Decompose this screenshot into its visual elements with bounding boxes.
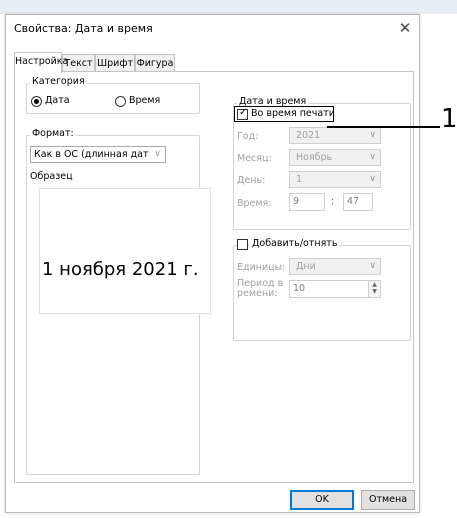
year-value: 2021	[296, 130, 321, 141]
time-label: Время:	[237, 198, 272, 209]
chevron-down-icon: ∨	[154, 149, 161, 159]
units-value: Дни	[296, 261, 316, 272]
sample-preview: 1 ноября 2021 г.	[39, 188, 211, 314]
year-label: Год:	[237, 131, 259, 142]
time-radio-label: Время	[129, 95, 161, 106]
callout-number: 1	[441, 104, 457, 134]
chevron-down-icon: ∨	[369, 152, 376, 162]
month-select[interactable]: Ноябрь ∨	[289, 149, 381, 166]
category-legend: Категория	[30, 76, 87, 87]
date-radio[interactable]	[31, 96, 42, 107]
format-select[interactable]: Как в ОС (длинная дат ∨	[30, 146, 166, 163]
format-select-value: Как в ОС (длинная дат	[34, 149, 149, 160]
period-value: 10	[293, 283, 306, 294]
minute-input[interactable]: 47	[343, 193, 373, 211]
callout-box	[234, 106, 334, 122]
month-value: Ноябрь	[296, 152, 333, 163]
close-icon[interactable]: ✕	[394, 18, 416, 38]
tab-settings[interactable]: Настройка	[14, 52, 68, 73]
units-label: Единицы:	[237, 262, 286, 273]
ok-button[interactable]: OK	[290, 490, 354, 510]
period-label-line2: ремени:	[237, 288, 278, 299]
background-strip	[0, 0, 457, 14]
period-input[interactable]: 10 ▲ ▼	[289, 280, 381, 298]
day-label: День:	[237, 175, 266, 186]
month-label: Месяц:	[237, 153, 272, 164]
callout-line	[327, 126, 440, 128]
title-bar: Свойства: Дата и время ✕	[6, 15, 419, 43]
add-subtract-label: Добавить/отнять	[250, 238, 340, 249]
date-radio-label: Дата	[45, 95, 70, 106]
tab-panel: Категория Дата Время Формат: Как в ОС (д…	[14, 71, 414, 483]
chevron-down-icon: ∨	[369, 174, 376, 184]
chevron-down-icon: ∨	[369, 130, 376, 140]
format-legend: Формат:	[30, 128, 76, 139]
chevron-down-icon: ∨	[369, 261, 376, 271]
tab-shape[interactable]: Фигура	[135, 54, 175, 72]
hour-input[interactable]: 9	[289, 193, 325, 211]
properties-dialog: Свойства: Дата и время ✕ Настройка Текст…	[5, 14, 420, 513]
dialog-title: Свойства: Дата и время	[14, 22, 153, 35]
time-radio[interactable]	[115, 96, 126, 107]
year-select[interactable]: 2021 ∨	[289, 127, 381, 144]
add-subtract-checkbox[interactable]	[237, 239, 248, 250]
cancel-button[interactable]: Отмена	[361, 490, 415, 510]
tab-font[interactable]: Шрифт	[95, 54, 135, 72]
day-select[interactable]: 1 ∨	[289, 171, 381, 188]
time-separator: :	[331, 196, 335, 207]
period-spinner[interactable]: ▲ ▼	[368, 281, 380, 297]
day-value: 1	[296, 174, 303, 185]
sample-text: 1 ноября 2021 г.	[42, 259, 199, 280]
sample-label: Образец	[30, 171, 73, 182]
units-select[interactable]: Дни ∨	[289, 258, 381, 275]
